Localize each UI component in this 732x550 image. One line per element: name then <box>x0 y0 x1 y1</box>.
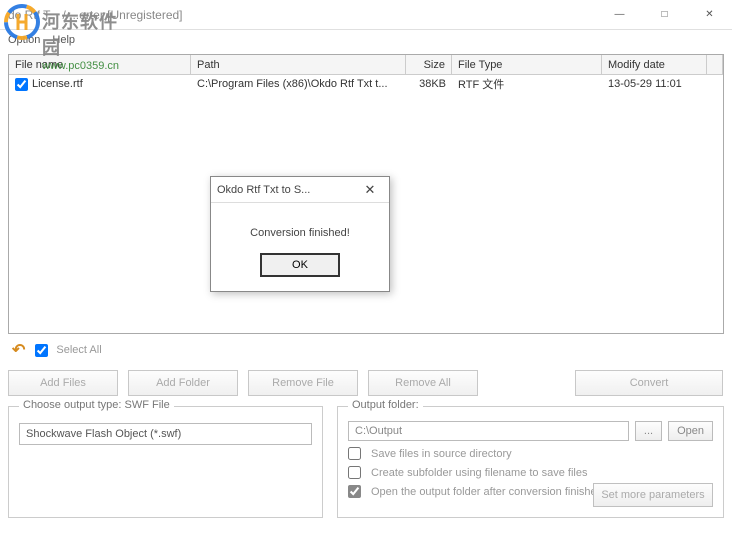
remove-file-button[interactable]: Remove File <box>248 370 358 396</box>
header-filename[interactable]: File name <box>9 55 191 74</box>
opt-subfolder-checkbox[interactable] <box>348 466 361 479</box>
opt-save-source-checkbox[interactable] <box>348 447 361 460</box>
selectall-label[interactable]: Select All <box>35 344 101 357</box>
dialog-message: Conversion finished! <box>211 203 389 253</box>
cell-modifydate: 13-05-29 11:01 <box>602 77 707 91</box>
cell-path: C:\Program Files (x86)\Okdo Rtf Txt t... <box>191 77 406 91</box>
output-folder-label: Output folder: <box>348 399 423 411</box>
cell-size: 38KB <box>406 77 452 91</box>
header-path[interactable]: Path <box>191 55 406 74</box>
undo-arrow-icon[interactable]: ↶ <box>12 340 25 360</box>
selectall-checkbox[interactable] <box>35 344 48 357</box>
table-row[interactable]: License.rtf C:\Program Files (x86)\Okdo … <box>9 75 723 93</box>
window-titlebar: do Rtf T... / ...erter [Unregistered] — … <box>0 0 732 30</box>
opt-subfolder-label: Create subfolder using filename to save … <box>371 467 587 479</box>
output-folder-panel: Output folder: C:\Output ... Open Save f… <box>337 406 724 518</box>
open-folder-button[interactable]: Open <box>668 421 713 441</box>
window-title: do Rtf T... / ...erter [Unregistered] <box>8 8 597 22</box>
row-checkbox[interactable] <box>15 78 28 91</box>
conversion-finished-dialog: Okdo Rtf Txt to S... ✕ Conversion finish… <box>210 176 390 292</box>
opt-open-after-label: Open the output folder after conversion … <box>371 486 603 498</box>
header-end <box>707 55 723 74</box>
output-folder-input[interactable]: C:\Output <box>348 421 629 441</box>
dialog-close-button[interactable]: ✕ <box>357 182 383 198</box>
header-size[interactable]: Size <box>406 55 452 74</box>
dialog-title-text: Okdo Rtf Txt to S... <box>217 184 357 196</box>
maximize-button[interactable]: □ <box>642 0 687 30</box>
convert-button[interactable]: Convert <box>575 370 723 396</box>
remove-all-button[interactable]: Remove All <box>368 370 478 396</box>
output-type-panel: Choose output type: SWF File Shockwave F… <box>8 406 323 518</box>
menu-help[interactable]: Help <box>52 34 75 46</box>
add-folder-button[interactable]: Add Folder <box>128 370 238 396</box>
opt-save-source-label: Save files in source directory <box>371 448 512 460</box>
output-type-field[interactable]: Shockwave Flash Object (*.swf) <box>19 423 312 445</box>
header-filetype[interactable]: File Type <box>452 55 602 74</box>
output-type-label: Choose output type: SWF File <box>19 399 174 411</box>
set-more-parameters-button[interactable]: Set more parameters <box>593 483 713 507</box>
opt-open-after-checkbox[interactable] <box>348 485 361 498</box>
cell-filename: License.rtf <box>32 78 83 90</box>
menu-bar: Option Help <box>0 30 732 50</box>
close-button[interactable]: ✕ <box>687 0 732 30</box>
cell-filetype: RTF 文件 <box>452 75 602 93</box>
menu-option[interactable]: Option <box>8 34 40 46</box>
add-files-button[interactable]: Add Files <box>8 370 118 396</box>
selectall-toolbar: ↶ Select All <box>8 340 724 360</box>
minimize-button[interactable]: — <box>597 0 642 30</box>
action-button-row: Add Files Add Folder Remove File Remove … <box>8 370 724 396</box>
grid-header-row: File name Path Size File Type Modify dat… <box>9 55 723 75</box>
header-modifydate[interactable]: Modify date <box>602 55 707 74</box>
browse-button[interactable]: ... <box>635 421 662 441</box>
dialog-ok-button[interactable]: OK <box>260 253 340 277</box>
selectall-text: Select All <box>56 344 101 356</box>
